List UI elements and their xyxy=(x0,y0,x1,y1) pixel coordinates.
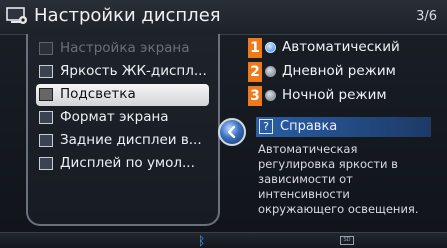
settings-menu: Настройка экрана Яркость ЖК-диспл... Под… xyxy=(26,34,220,226)
menu-item-label: Дисплей по умол... xyxy=(60,155,195,171)
option-label: Ночной режим xyxy=(282,87,387,103)
help-icon: ? xyxy=(259,119,273,134)
menu-item-screen-settings[interactable]: Настройка экрана xyxy=(36,38,209,60)
sd-card-icon: SD xyxy=(340,236,354,245)
screen-format-icon xyxy=(39,111,53,124)
page-indicator: 3/6 xyxy=(416,9,437,24)
radio-unselected-icon xyxy=(265,66,276,77)
help-header[interactable]: ? Справка xyxy=(256,117,431,137)
option-number-badge: 1 xyxy=(248,38,262,58)
menu-item-label: Яркость ЖК-диспл... xyxy=(60,63,207,79)
backlight-icon xyxy=(39,88,53,101)
bluetooth-icon: ᛒ xyxy=(198,234,206,248)
screen-settings-icon xyxy=(39,42,53,55)
option-number-badge: 3 xyxy=(248,86,262,106)
rear-displays-icon xyxy=(39,134,53,147)
display-settings-icon xyxy=(6,7,27,24)
brightness-icon xyxy=(39,65,53,78)
radio-selected-icon xyxy=(265,42,276,53)
menu-item-label: Формат экрана xyxy=(60,109,169,125)
option-label: Дневной режим xyxy=(282,63,396,79)
title-bar: Настройки дисплея 3/6 xyxy=(0,0,447,35)
menu-item-label: Задние дисплеи в... xyxy=(60,132,202,148)
page-title: Настройки дисплея xyxy=(34,5,221,26)
status-bar: ᛒ SD xyxy=(0,232,447,248)
help-title: Справка xyxy=(280,119,338,134)
menu-item-backlight[interactable]: Подсветка xyxy=(36,84,209,106)
option-number-badge: 2 xyxy=(248,62,262,82)
menu-item-label: Настройка экрана xyxy=(60,40,190,56)
menu-item-brightness[interactable]: Яркость ЖК-диспл... xyxy=(36,61,209,83)
option-label: Автоматический xyxy=(282,39,400,55)
help-description: Автоматическая регулировка яркости в зав… xyxy=(258,142,419,216)
menu-item-screen-format[interactable]: Формат экрана xyxy=(36,107,209,129)
menu-item-rear-displays[interactable]: Задние дисплеи в... xyxy=(36,130,209,152)
radio-unselected-icon xyxy=(265,90,276,101)
default-display-icon xyxy=(39,157,53,170)
display-settings-screen: Настройки дисплея 3/6 Настройка экрана Я… xyxy=(0,0,447,248)
panel-switch-arrow-icon[interactable] xyxy=(218,118,246,146)
menu-item-default-display[interactable]: Дисплей по умол... xyxy=(36,153,209,175)
menu-item-label: Подсветка xyxy=(60,86,136,102)
